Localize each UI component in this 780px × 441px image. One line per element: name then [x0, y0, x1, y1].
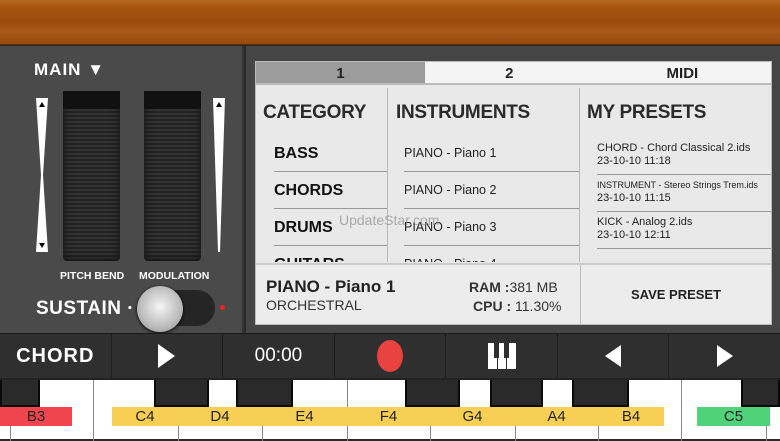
time-display: 00:00 — [223, 334, 335, 378]
note-label-c5: C5 — [697, 407, 770, 426]
main-menu-button[interactable]: MAIN ▼ — [34, 60, 105, 80]
tab-midi[interactable]: MIDI — [594, 62, 771, 83]
ram-value: 381 MB — [509, 279, 558, 295]
record-icon — [377, 340, 404, 372]
instrument-item[interactable]: PIANO - Piano 2 — [404, 172, 579, 209]
play-button[interactable] — [112, 334, 224, 378]
instruments-header: INSTRUMENTS — [396, 102, 530, 123]
black-key[interactable] — [154, 380, 209, 407]
white-key[interactable] — [681, 380, 682, 441]
current-category: ORCHESTRAL — [266, 297, 362, 313]
presets-header: MY PRESETS — [587, 102, 707, 123]
note-label-g4: G4 — [430, 407, 515, 426]
play-icon — [158, 344, 176, 368]
pitch-bend-wheel[interactable] — [63, 91, 120, 261]
octave-down-button[interactable] — [558, 334, 670, 378]
preset-date: 23-10-10 12:11 — [597, 229, 671, 241]
black-key[interactable] — [236, 380, 293, 407]
modulation-wheel[interactable] — [144, 91, 201, 261]
note-label-d4: D4 — [178, 407, 262, 426]
category-column: CATEGORY BASS CHORDS DRUMS GUITARS — [256, 88, 388, 262]
modulation-scale — [213, 98, 225, 252]
keyboard-button[interactable] — [446, 334, 558, 378]
octave-up-button[interactable] — [669, 334, 780, 378]
note-label-c4: C4 — [112, 407, 178, 426]
modulation-label: MODULATION — [139, 270, 210, 282]
category-item[interactable]: BASS — [274, 135, 387, 172]
sustain-label: SUSTAIN · — [36, 298, 135, 319]
category-item[interactable]: GUITARS — [274, 246, 387, 262]
cpu-value: 11.30% — [515, 298, 562, 314]
black-key[interactable] — [490, 380, 543, 407]
instrument-item[interactable]: PIANO - Piano 4 — [404, 246, 579, 262]
cpu-label: CPU : — [473, 298, 512, 314]
preset-item[interactable]: KICK - Analog 2.ids 23-10-10 12:11 — [597, 212, 771, 249]
main-label: MAIN — [34, 60, 82, 79]
category-header: CATEGORY — [263, 102, 367, 123]
preset-date: 23-10-10 11:18 — [597, 155, 671, 167]
piano-keyboard[interactable]: B3 C4 D4 E4 F4 G4 A4 B4 C5 — [0, 378, 780, 441]
ram-label: RAM : — [469, 279, 510, 295]
watermark: UpdateStar.com — [339, 212, 440, 228]
white-key[interactable] — [93, 380, 94, 441]
tab-1[interactable]: 1 — [256, 62, 425, 83]
sustain-led — [220, 305, 225, 310]
sustain-toggle-knob[interactable] — [137, 286, 183, 332]
pitch-scale — [36, 98, 48, 252]
preset-name: KICK - Analog 2.ids — [597, 216, 693, 228]
status-bar: PIANO - Piano 1 ORCHESTRAL RAM :381 MB C… — [256, 263, 771, 324]
preset-item[interactable]: CHORD - Chord Classical 2.ids 23-10-10 11… — [597, 138, 771, 175]
right-arrow-icon — [716, 345, 733, 367]
wood-panel — [0, 0, 780, 45]
sustain-text: SUSTAIN — [36, 298, 122, 319]
note-label-b3: B3 — [0, 407, 72, 426]
preset-item[interactable]: INSTRUMENT - Stereo Strings Trem.ids 23-1… — [597, 175, 771, 212]
pitch-bend-label: PITCH BEND — [60, 270, 125, 282]
preset-date: 23-10-10 11:15 — [597, 192, 671, 204]
note-label-e4: E4 — [262, 407, 347, 426]
note-label-a4: A4 — [515, 407, 598, 426]
chord-button[interactable]: CHORD — [0, 334, 112, 378]
instruments-column: INSTRUMENTS PIANO - Piano 1 PIANO - Pian… — [388, 88, 580, 262]
instrument-item[interactable]: PIANO - Piano 1 — [404, 135, 579, 172]
black-key[interactable] — [405, 380, 460, 407]
note-label-b4: B4 — [598, 407, 664, 426]
transport-toolbar: CHORD 00:00 — [0, 333, 780, 378]
tab-bar: 1 2 MIDI — [256, 62, 771, 85]
black-key[interactable] — [741, 380, 780, 407]
black-key[interactable] — [0, 380, 40, 407]
record-button[interactable] — [335, 334, 447, 378]
preset-name: CHORD - Chord Classical 2.ids — [597, 142, 751, 154]
note-label-f4: F4 — [347, 407, 430, 426]
preset-name: INSTRUMENT - Stereo Strings Trem.ids — [597, 180, 758, 190]
category-item[interactable]: CHORDS — [274, 172, 387, 209]
tab-2[interactable]: 2 — [425, 62, 594, 83]
chevron-down-icon: ▼ — [87, 60, 106, 79]
browser-panel: 1 2 MIDI CATEGORY BASS CHORDS DRUMS GUIT… — [255, 61, 772, 325]
current-instrument: PIANO - Piano 1 — [266, 277, 396, 296]
save-preset-button[interactable]: SAVE PRESET — [580, 265, 771, 324]
presets-column: MY PRESETS CHORD - Chord Classical 2.ids… — [580, 88, 771, 262]
black-key[interactable] — [572, 380, 629, 407]
piano-icon — [487, 343, 516, 369]
left-arrow-icon — [605, 345, 622, 367]
